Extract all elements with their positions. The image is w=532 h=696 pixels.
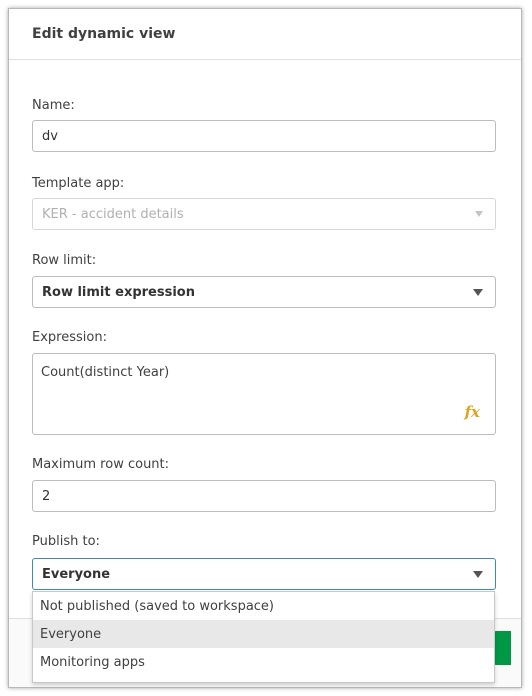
name-input-value: dv xyxy=(42,128,58,144)
name-label: Name: xyxy=(32,98,75,113)
template-app-value: KER - accident details xyxy=(42,206,184,222)
menu-item-everyone[interactable]: Everyone xyxy=(33,620,494,648)
menu-item-not-published[interactable]: Not published (saved to workspace) xyxy=(33,592,494,620)
chevron-down-icon xyxy=(473,289,483,296)
expression-label: Expression: xyxy=(32,330,107,345)
max-row-count-input[interactable]: 2 xyxy=(32,480,496,512)
max-row-count-label: Maximum row count: xyxy=(32,457,170,472)
template-app-select: KER - accident details xyxy=(32,198,496,230)
chevron-down-icon xyxy=(473,571,483,578)
confirm-button[interactable] xyxy=(493,631,511,665)
name-input[interactable]: dv xyxy=(32,120,496,152)
row-limit-label: Row limit: xyxy=(32,253,97,268)
expression-value: Count(distinct Year) xyxy=(41,365,170,380)
publish-to-value: Everyone xyxy=(42,566,111,582)
row-limit-value: Row limit expression xyxy=(42,284,195,300)
menu-item-monitoring-apps[interactable]: Monitoring apps xyxy=(33,648,494,676)
chevron-down-icon xyxy=(475,211,483,217)
publish-to-dropdown-menu: Not published (saved to workspace) Every… xyxy=(32,591,495,683)
max-row-count-value: 2 xyxy=(42,488,51,504)
publish-to-label: Publish to: xyxy=(32,534,100,549)
expression-textarea[interactable]: Count(distinct Year) fx xyxy=(32,353,496,435)
template-app-label: Template app: xyxy=(32,176,125,191)
edit-dynamic-view-dialog: Edit dynamic view Name: dv Template app:… xyxy=(8,8,522,688)
fx-icon[interactable]: fx xyxy=(465,403,480,421)
row-limit-select[interactable]: Row limit expression xyxy=(32,276,496,308)
dialog-header: Edit dynamic view xyxy=(9,9,521,60)
publish-to-select[interactable]: Everyone xyxy=(32,558,496,590)
dialog-title: Edit dynamic view xyxy=(32,26,176,42)
